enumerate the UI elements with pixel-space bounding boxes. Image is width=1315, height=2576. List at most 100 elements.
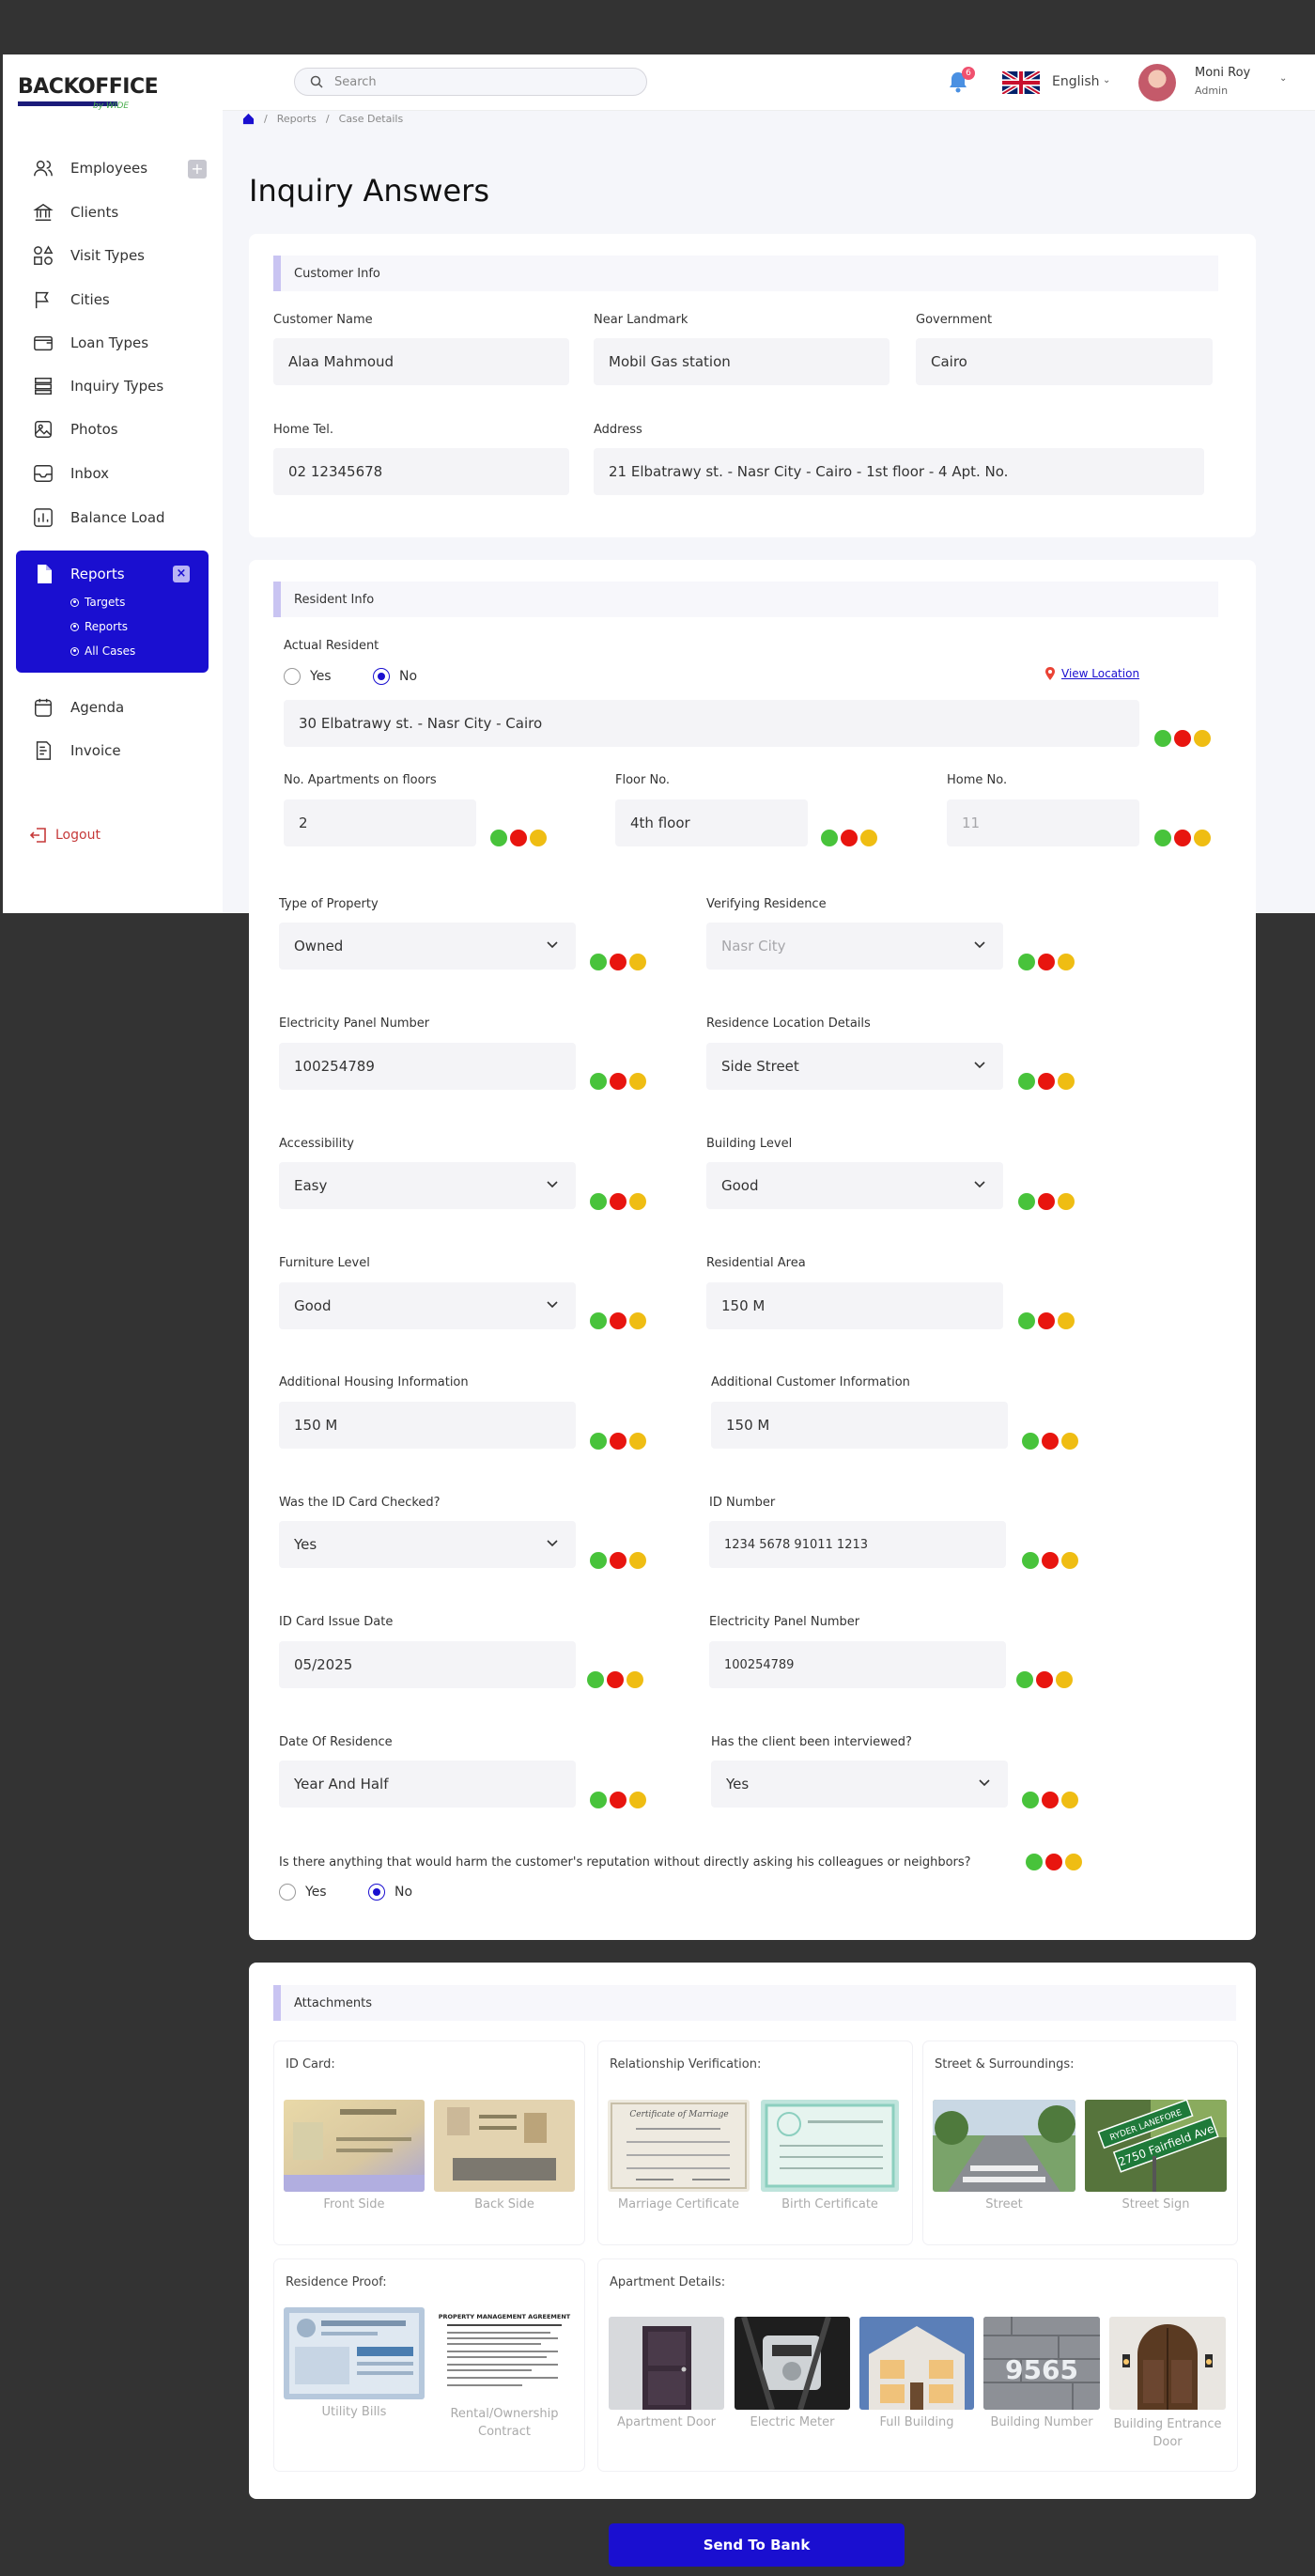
additional-housing-field[interactable]: 150 M xyxy=(279,1402,576,1449)
rental-contract-thumbnail[interactable]: PROPERTY MANAGEMENT AGREEMENT xyxy=(434,2307,575,2399)
verifying-residence-select[interactable]: Nasr City xyxy=(706,923,1003,970)
apartment-door-thumbnail[interactable] xyxy=(609,2317,724,2410)
building-entrance-thumbnail[interactable] xyxy=(1109,2317,1226,2410)
red-dot[interactable] xyxy=(610,1312,627,1329)
id-number-field[interactable]: 1234 5678 91011 1213 xyxy=(709,1521,1006,1568)
electricity-panel-field[interactable]: 100254789 xyxy=(279,1043,576,1090)
close-icon[interactable]: × xyxy=(173,566,190,582)
sidebar-item-agenda[interactable]: Agenda xyxy=(33,696,124,719)
logout-button[interactable]: Logout xyxy=(29,827,101,844)
reputation-no-radio[interactable]: No xyxy=(368,1884,412,1901)
building-level-select[interactable]: Good xyxy=(706,1162,1003,1209)
reputation-yes-radio[interactable]: Yes xyxy=(279,1884,327,1901)
street-sign-thumbnail[interactable]: RYDER LANEFORE 2750 Fairfield Ave xyxy=(1085,2100,1227,2192)
electricity-panel-field-2[interactable]: 100254789 xyxy=(709,1641,1006,1688)
yellow-dot[interactable] xyxy=(629,1073,646,1090)
near-landmark-field[interactable]: Mobil Gas station xyxy=(594,338,890,385)
residence-location-select[interactable]: Side Street xyxy=(706,1043,1003,1090)
chevron-down-icon[interactable]: ⌄ xyxy=(1279,73,1287,84)
yellow-dot[interactable] xyxy=(629,1552,646,1569)
red-dot[interactable] xyxy=(1042,1552,1059,1569)
red-dot[interactable] xyxy=(610,1433,627,1450)
green-dot[interactable] xyxy=(1022,1433,1039,1450)
resident-address-field[interactable]: 30 Elbatrawy st. - Nasr City - Cairo xyxy=(284,700,1139,747)
chevron-down-icon[interactable]: ⌄ xyxy=(1103,75,1110,85)
yellow-dot[interactable] xyxy=(1065,1854,1082,1870)
furniture-level-select[interactable]: Good xyxy=(279,1282,576,1329)
home-icon[interactable] xyxy=(242,113,255,125)
red-dot[interactable] xyxy=(1042,1792,1059,1808)
sidebar-item-inquiry-types[interactable]: Inquiry Types xyxy=(33,375,163,397)
red-dot[interactable] xyxy=(1038,1312,1055,1329)
red-dot[interactable] xyxy=(1042,1433,1059,1450)
green-dot[interactable] xyxy=(590,1792,607,1808)
yellow-dot[interactable] xyxy=(629,1312,646,1329)
sidebar-subitem-reports[interactable]: Reports xyxy=(70,620,128,633)
yellow-dot[interactable] xyxy=(629,954,646,970)
green-dot[interactable] xyxy=(1018,1312,1035,1329)
green-dot[interactable] xyxy=(590,1073,607,1090)
yellow-dot[interactable] xyxy=(1056,1671,1073,1688)
yellow-dot[interactable] xyxy=(1058,954,1075,970)
yellow-dot[interactable] xyxy=(530,830,547,846)
id-checked-select[interactable]: Yes xyxy=(279,1521,576,1568)
interviewed-select[interactable]: Yes xyxy=(711,1761,1008,1808)
green-dot[interactable] xyxy=(1026,1854,1043,1870)
send-to-bank-button[interactable]: Send To Bank xyxy=(609,2523,905,2567)
green-dot[interactable] xyxy=(1018,1193,1035,1210)
green-dot[interactable] xyxy=(1022,1792,1039,1808)
sidebar-item-cities[interactable]: Cities xyxy=(33,288,110,311)
red-dot[interactable] xyxy=(1174,830,1191,846)
uk-flag-icon[interactable] xyxy=(1002,71,1040,94)
additional-customer-field[interactable]: 150 M xyxy=(711,1402,1008,1449)
sidebar-item-clients[interactable]: Clients xyxy=(33,201,118,224)
green-dot[interactable] xyxy=(821,830,838,846)
add-employee-button[interactable]: + xyxy=(188,160,207,178)
apartments-field[interactable]: 2 xyxy=(284,799,476,846)
yellow-dot[interactable] xyxy=(1061,1792,1078,1808)
sidebar-item-loan-types[interactable]: Loan Types xyxy=(33,332,148,354)
residential-area-field[interactable]: 150 M xyxy=(706,1282,1003,1329)
green-dot[interactable] xyxy=(590,1552,607,1569)
date-of-residence-field[interactable]: Year And Half xyxy=(279,1761,576,1808)
sidebar-item-employees[interactable]: Employees xyxy=(33,157,147,179)
id-issue-date-field[interactable]: 05/2025 xyxy=(279,1641,576,1688)
customer-name-field[interactable]: Alaa Mahmoud xyxy=(273,338,569,385)
floor-no-field[interactable]: 4th floor xyxy=(615,799,808,846)
marriage-certificate-thumbnail[interactable]: Certificate of Marriage xyxy=(608,2100,750,2192)
yellow-dot[interactable] xyxy=(1061,1433,1078,1450)
green-dot[interactable] xyxy=(590,1193,607,1210)
green-dot[interactable] xyxy=(1154,730,1171,747)
back-side-thumbnail[interactable] xyxy=(434,2100,575,2192)
yellow-dot[interactable] xyxy=(629,1433,646,1450)
red-dot[interactable] xyxy=(1045,1854,1062,1870)
address-field[interactable]: 21 Elbatrawy st. - Nasr City - Cairo - 1… xyxy=(594,448,1204,495)
red-dot[interactable] xyxy=(1174,730,1191,747)
red-dot[interactable] xyxy=(841,830,858,846)
red-dot[interactable] xyxy=(610,954,627,970)
green-dot[interactable] xyxy=(1018,1073,1035,1090)
yellow-dot[interactable] xyxy=(629,1193,646,1210)
red-dot[interactable] xyxy=(610,1552,627,1569)
sidebar-item-reports[interactable]: Reports × Targets Reports All Cases xyxy=(16,551,209,673)
red-dot[interactable] xyxy=(610,1792,627,1808)
home-tel-field[interactable]: 02 12345678 xyxy=(273,448,569,495)
green-dot[interactable] xyxy=(590,1312,607,1329)
green-dot[interactable] xyxy=(587,1671,604,1688)
green-dot[interactable] xyxy=(590,1433,607,1450)
red-dot[interactable] xyxy=(610,1073,627,1090)
sidebar-subitem-targets[interactable]: Targets xyxy=(70,596,125,609)
red-dot[interactable] xyxy=(1038,1193,1055,1210)
view-location-link[interactable]: View Location xyxy=(1044,667,1139,680)
building-number-thumbnail[interactable]: 9565 xyxy=(983,2317,1100,2410)
full-building-thumbnail[interactable] xyxy=(859,2317,974,2410)
red-dot[interactable] xyxy=(1038,954,1055,970)
electric-meter-thumbnail[interactable] xyxy=(735,2317,850,2410)
green-dot[interactable] xyxy=(490,830,507,846)
sidebar-item-balance-load[interactable]: Balance Load xyxy=(33,506,165,529)
red-dot[interactable] xyxy=(610,1193,627,1210)
green-dot[interactable] xyxy=(590,954,607,970)
actual-resident-no-radio[interactable]: No xyxy=(373,668,417,685)
yellow-dot[interactable] xyxy=(1058,1193,1075,1210)
sidebar-item-visit-types[interactable]: Visit Types xyxy=(33,244,145,267)
